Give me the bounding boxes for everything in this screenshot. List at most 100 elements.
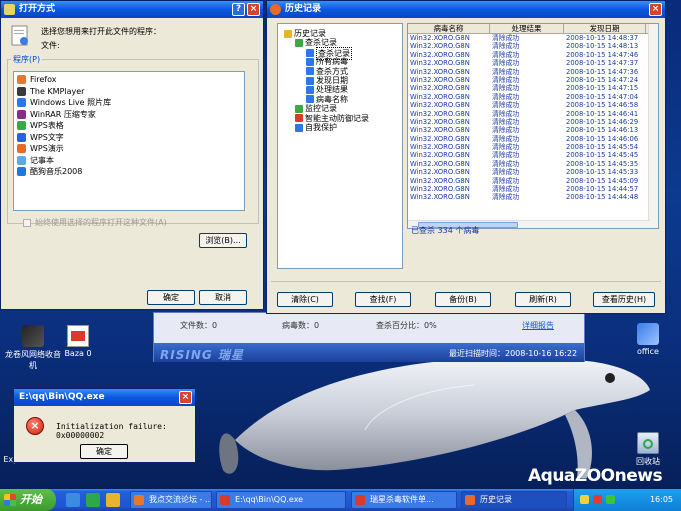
grid-body: Win32.XORO.G8N 清除成功 2008-10-15 14:48:37 Win… [408, 34, 658, 202]
table-row[interactable]: Win32.XORO.G8N 清除成功 2008-10-15 14:48:37 [408, 34, 658, 42]
desktop-icon-pdf[interactable]: Baza 0 [48, 325, 108, 358]
program-icon [17, 144, 26, 154]
program-list-item[interactable]: WPS演示 [17, 143, 241, 155]
program-list[interactable]: Firefox The KMPlayer Windows Live 照片库 WinRA… [13, 71, 245, 211]
table-row[interactable]: Win32.XORO.G8N 清除成功 2008-10-15 14:45:33 [408, 168, 658, 176]
program-icon [17, 109, 26, 119]
program-list-item[interactable]: Windows Live 照片库 [17, 97, 241, 109]
history-titlebar[interactable]: 历史记录 × [267, 1, 665, 18]
vertical-scrollbar[interactable] [648, 24, 658, 228]
history-window-icon [270, 4, 281, 15]
history-tree[interactable]: 历史记录 查杀记录 查杀记录 所有病毒 查杀方式 发现日期 处理结果 病毒名称 监控记录 智能主动… [277, 23, 403, 269]
open-with-titlebar[interactable]: 打开方式 ? × [1, 1, 263, 18]
table-cell: Win32.XORO.G8N [410, 143, 470, 152]
table-row[interactable]: Win32.XORO.G8N 清除成功 2008-10-15 14:44:48 [408, 193, 658, 201]
tree-node[interactable]: 自我保护 [295, 122, 337, 133]
table-row[interactable]: Win32.XORO.G8N 清除成功 2008-10-15 14:46:29 [408, 118, 658, 126]
taskbar-task-button[interactable]: 我点交流论坛 - ... [130, 491, 212, 509]
table-row[interactable]: Win32.XORO.G8N 清除成功 2008-10-15 14:45:35 [408, 160, 658, 168]
detail-report-link[interactable]: 详细报告 [522, 320, 554, 331]
clear-button[interactable]: 清除(C) [277, 292, 333, 307]
refresh-button[interactable]: 刷新(R) [515, 292, 571, 307]
taskbar-task-button[interactable]: 历史记录 [461, 491, 567, 509]
ok-button[interactable]: 确定 [147, 290, 195, 305]
program-list-item[interactable]: WPS表格 [17, 120, 241, 132]
table-row[interactable]: Win32.XORO.G8N 清除成功 2008-10-15 14:47:04 [408, 93, 658, 101]
program-list-item[interactable]: Firefox [17, 74, 241, 86]
start-label: 开始 [20, 493, 42, 506]
program-name: WPS表格 [30, 121, 64, 131]
table-row[interactable]: Win32.XORO.G8N 清除成功 2008-10-15 14:46:06 [408, 135, 658, 143]
desktop-icon-label: office [637, 347, 659, 356]
grid-header: 病毒名称 处理结果 发现日期 [408, 24, 658, 34]
start-button[interactable]: 开始 [0, 489, 56, 511]
help-button[interactable]: ? [232, 3, 245, 16]
wallpaper-brand-text: AquaZOOnews [528, 466, 663, 486]
table-cell: 2008-10-15 14:44:57 [566, 185, 639, 194]
history-grid[interactable]: 病毒名称 处理结果 发现日期 Win32.XORO.G8N 清除成功 2008-10… [407, 23, 659, 229]
error-titlebar[interactable]: E:\qq\Bin\QQ.exe × [14, 389, 195, 406]
files-scanned-text: 文件数：0 [180, 321, 218, 330]
task-app-icon [355, 495, 365, 505]
table-row[interactable]: Win32.XORO.G8N 清除成功 2008-10-15 14:47:37 [408, 59, 658, 67]
table-row[interactable]: Win32.XORO.G8N 清除成功 2008-10-15 14:47:46 [408, 51, 658, 59]
desktop-icon-recycle-bin[interactable]: 回收站 [618, 432, 678, 467]
table-row[interactable]: Win32.XORO.G8N 清除成功 2008-10-15 14:44:57 [408, 185, 658, 193]
program-list-item[interactable]: WPS文字 [17, 132, 241, 144]
program-list-item[interactable]: WinRAR 压缩专家 [17, 109, 241, 121]
quicklaunch-folder-icon[interactable] [106, 493, 120, 507]
close-button[interactable]: × [649, 3, 662, 16]
table-row[interactable]: Win32.XORO.G8N 清除成功 2008-10-15 14:45:54 [408, 143, 658, 151]
table-row[interactable]: Win32.XORO.G8N 清除成功 2008-10-15 14:47:15 [408, 84, 658, 92]
find-button[interactable]: 查找(F) [355, 292, 411, 307]
table-cell: 清除成功 [492, 143, 520, 152]
taskbar-clock: 16:05 [649, 495, 673, 504]
tray-antivirus-icon[interactable] [593, 495, 602, 504]
ok-button[interactable]: 确定 [80, 444, 128, 459]
browse-button[interactable]: 浏览(B)... [199, 233, 247, 248]
desktop-icon-label: Baza 0 [64, 349, 92, 358]
cancel-button[interactable]: 取消 [199, 290, 247, 305]
program-list-item[interactable]: 记事本 [17, 155, 241, 167]
table-row[interactable]: Win32.XORO.G8N 清除成功 2008-10-15 14:45:09 [408, 177, 658, 185]
close-button[interactable]: × [179, 391, 192, 404]
view-history-button[interactable]: 查看历史(H) [593, 292, 655, 307]
table-row[interactable]: Win32.XORO.G8N 清除成功 2008-10-15 14:46:41 [408, 110, 658, 118]
tree-node-icon [306, 95, 314, 104]
table-cell: Win32.XORO.G8N [410, 176, 470, 185]
tray-volume-icon[interactable] [580, 495, 589, 504]
backup-button[interactable]: 备份(B) [435, 292, 491, 307]
desktop-icon-office[interactable]: office [618, 323, 678, 356]
table-cell: Win32.XORO.G8N [410, 92, 470, 101]
taskbar-task-button[interactable]: E:\qq\Bin\QQ.exe [216, 491, 346, 509]
table-row[interactable]: Win32.XORO.G8N 清除成功 2008-10-15 14:46:13 [408, 126, 658, 134]
quicklaunch-desktop-icon[interactable] [66, 493, 80, 507]
table-cell: 2008-10-15 14:45:45 [566, 151, 639, 160]
table-cell: Win32.XORO.G8N [410, 134, 470, 143]
table-row[interactable]: Win32.XORO.G8N 清除成功 2008-10-15 14:47:24 [408, 76, 658, 84]
tray-network-icon[interactable] [606, 495, 615, 504]
column-result[interactable]: 处理结果 [490, 24, 564, 33]
system-tray: 16:05 [573, 489, 681, 511]
table-cell: Win32.XORO.G8N [410, 168, 470, 177]
column-found-date[interactable]: 发现日期 [564, 24, 646, 33]
program-list-item[interactable]: 酷狗音乐2008 [17, 166, 241, 178]
table-cell: Win32.XORO.G8N [410, 185, 470, 194]
program-list-item[interactable]: The KMPlayer [17, 86, 241, 98]
taskbar-task-button[interactable]: 瑞星杀毒软件单... [351, 491, 457, 509]
table-cell: 2008-10-15 14:48:13 [566, 42, 639, 51]
always-use-checkbox[interactable]: 始终使用选择的程序打开这种文件(A) [23, 217, 167, 228]
close-button[interactable]: × [247, 3, 260, 16]
table-cell: 清除成功 [492, 59, 520, 68]
table-row[interactable]: Win32.XORO.G8N 清除成功 2008-10-15 14:48:13 [408, 42, 658, 50]
table-cell: 清除成功 [492, 134, 520, 143]
radio-app-icon [22, 325, 44, 347]
antivirus-main-window: 文件数：0 病毒数：0 查杀百分比：0% 详细报告 RISING 瑞星 最近扫描… [153, 312, 585, 362]
table-row[interactable]: Win32.XORO.G8N 清除成功 2008-10-15 14:47:36 [408, 68, 658, 76]
column-virus-name[interactable]: 病毒名称 [408, 24, 490, 33]
table-row[interactable]: Win32.XORO.G8N 清除成功 2008-10-15 14:45:45 [408, 151, 658, 159]
table-cell: Win32.XORO.G8N [410, 126, 470, 135]
tree-node-icon [306, 67, 314, 76]
table-row[interactable]: Win32.XORO.G8N 清除成功 2008-10-15 14:46:58 [408, 101, 658, 109]
quicklaunch-browser-icon[interactable] [86, 493, 100, 507]
